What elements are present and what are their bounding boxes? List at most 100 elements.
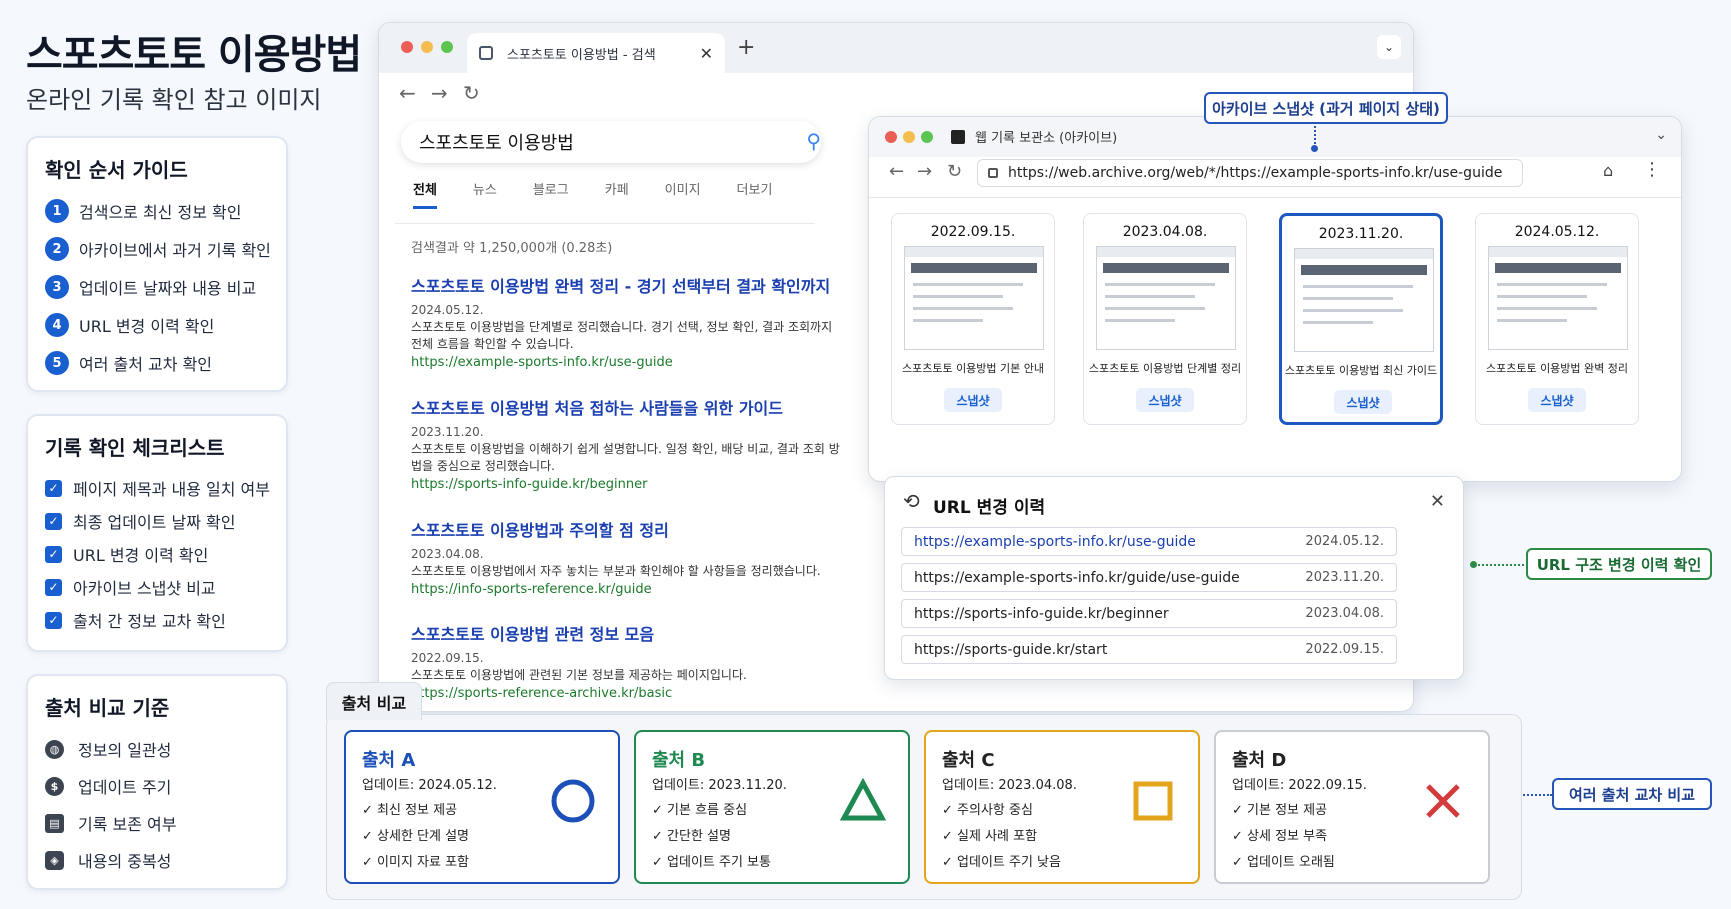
url-history-panel: ⟲ URL 변경 이력 ✕ https://example-sports-inf… [884, 476, 1464, 680]
snapshot-button[interactable]: 스냅샷 [1334, 390, 1392, 414]
tab-bar: 스포츠토토 이용방법 - 검색 ✕ + ⌄ [379, 23, 1413, 73]
chevron-down-icon[interactable]: ⌄ [1655, 127, 1667, 143]
url-history-row: https://sports-info-guide.kr/beginner 202… [901, 599, 1397, 628]
checkbox-checked[interactable]: ✓ [45, 479, 62, 497]
back-icon[interactable]: ← [399, 81, 416, 105]
forward-icon[interactable]: → [917, 161, 932, 182]
forward-icon[interactable]: → [431, 81, 448, 105]
source-card: 출처 A 업데이트: 2024.05.12. 최신 정보 제공상세한 단계 설명… [344, 730, 620, 884]
search-icon[interactable]: ⚲ [806, 129, 821, 153]
square-icon [1133, 781, 1173, 821]
checkbox-checked[interactable]: ✓ [45, 578, 62, 596]
checkbox-checked[interactable]: ✓ [45, 545, 62, 563]
result-desc: 스포츠토토 이용방법에서 자주 놓치는 부분과 확인해야 할 사항들을 정리했습… [411, 564, 821, 578]
guide-step: 4 URL 변경 이력 확인 [45, 312, 214, 338]
archive-url-field[interactable]: https://web.archive.org/web/*/https://ex… [977, 159, 1523, 187]
dollar-icon: $ [45, 776, 64, 796]
divider [869, 197, 1681, 198]
maximize-window-dot[interactable] [921, 131, 933, 143]
checklist-item[interactable]: ✓ URL 변경 이력 확인 [45, 542, 208, 566]
close-icon[interactable]: ✕ [1430, 491, 1445, 512]
maximize-window-dot[interactable] [441, 41, 453, 53]
search-tabs: 전체 뉴스 블로그 카페 이미지 더보기 [413, 179, 808, 209]
checklist-item[interactable]: ✓ 출처 간 정보 교차 확인 [45, 608, 226, 632]
checklist-item[interactable]: ✓ 아카이브 스냅샷 비교 [45, 575, 216, 599]
search-result: 스포츠토토 이용방법 관련 정보 모음 2022.09.15. 스포츠토토 이용… [411, 621, 841, 701]
result-url-link[interactable]: https://sports-info-guide.kr/beginner [411, 477, 841, 492]
checklist-item[interactable]: ✓ 페이지 제목과 내용 일치 여부 [45, 476, 270, 500]
guide-title: 확인 순서 가이드 [45, 158, 188, 182]
result-count: 검색결과 약 1,250,000개 (0.28초) [411, 241, 613, 256]
url-history-title: URL 변경 이력 [933, 498, 1046, 518]
globe-icon: ◍ [45, 739, 64, 759]
triangle-icon [840, 778, 886, 821]
browser-tab[interactable]: 스포츠토토 이용방법 - 검색 ✕ [467, 33, 725, 73]
snapshot-card-selected[interactable]: 2023.11.20. 스포츠토토 이용방법 최신 가이드 스냅샷 [1279, 213, 1443, 425]
reload-icon[interactable]: ↻ [947, 161, 962, 182]
criteria-item: ▤ 기록 보존 여부 [45, 810, 177, 836]
callout-connector [1474, 564, 1524, 566]
more-menu-icon[interactable]: ⋮ [1643, 159, 1661, 180]
minimize-window-dot[interactable] [903, 131, 915, 143]
archive-tab[interactable]: 웹 기록 보관소 (아카이브) [951, 127, 1117, 146]
guide-step: 3 업데이트 날짜와 내용 비교 [45, 274, 256, 300]
guide-step: 5 여러 출처 교차 확인 [45, 350, 212, 376]
search-result: 스포츠토토 이용방법과 주의할 점 정리 2023.04.08. 스포츠토토 이… [411, 517, 841, 597]
result-title-link[interactable]: 스포츠토토 이용방법 처음 접하는 사람들을 위한 가이드 [411, 395, 841, 419]
close-window-dot[interactable] [401, 41, 413, 53]
checkbox-checked[interactable]: ✓ [45, 512, 62, 530]
snapshot-button[interactable]: 스냅샷 [1528, 388, 1586, 412]
tab-blog[interactable]: 블로그 [533, 179, 569, 209]
callout-connector-dot [1470, 561, 1477, 568]
result-date: 2023.04.08. [411, 547, 484, 561]
tab-more[interactable]: 더보기 [737, 179, 773, 209]
snapshot-thumbnail [904, 246, 1044, 350]
search-result: 스포츠토토 이용방법 처음 접하는 사람들을 위한 가이드 2023.11.20… [411, 395, 841, 492]
minimize-window-dot[interactable] [421, 41, 433, 53]
close-tab-icon[interactable]: ✕ [700, 44, 713, 63]
snapshot-thumbnail [1294, 248, 1434, 352]
close-window-dot[interactable] [885, 131, 897, 143]
snapshot-button[interactable]: 스냅샷 [1136, 388, 1194, 412]
checklist-item[interactable]: ✓ 최종 업데이트 날짜 확인 [45, 509, 235, 533]
url-history-row: https://example-sports-info.kr/use-guide… [901, 527, 1397, 556]
reload-icon[interactable]: ↻ [463, 81, 480, 105]
history-icon: ⟲ [903, 489, 920, 513]
page-subtitle: 온라인 기록 확인 참고 이미지 [26, 86, 322, 114]
result-title-link[interactable]: 스포츠토토 이용방법과 주의할 점 정리 [411, 517, 841, 541]
tab-all[interactable]: 전체 [413, 179, 437, 209]
result-url-link[interactable]: https://example-sports-info.kr/use-guide [411, 355, 841, 370]
snapshot-thumbnail [1096, 246, 1236, 350]
source-card: 출처 B 업데이트: 2023.11.20. 기본 흐름 중심간단한 설명업데이… [634, 730, 910, 884]
snapshot-card[interactable]: 2023.04.08. 스포츠토토 이용방법 단계별 정리 스냅샷 [1083, 213, 1247, 425]
tab-cafe[interactable]: 카페 [605, 179, 629, 209]
snapshot-button[interactable]: 스냅샷 [944, 388, 1002, 412]
result-date: 2023.11.20. [411, 425, 484, 439]
back-icon[interactable]: ← [889, 161, 904, 182]
result-desc: 스포츠토토 이용방법에 관련된 기본 정보를 제공하는 페이지입니다. [411, 668, 747, 682]
criteria-item: $ 업데이트 주기 [45, 773, 171, 799]
source-card: 출처 C 업데이트: 2023.04.08. 주의사항 중심실제 사례 포함업데… [924, 730, 1200, 884]
tab-image[interactable]: 이미지 [665, 179, 701, 209]
page-title: 스포츠토토 이용방법 [26, 32, 362, 78]
result-url-link[interactable]: https://sports-reference-archive.kr/basi… [411, 686, 841, 701]
result-title-link[interactable]: 스포츠토토 이용방법 관련 정보 모음 [411, 621, 841, 645]
archive-callout: 아카이브 스냅샷 (과거 페이지 상태) [1204, 92, 1448, 124]
checkbox-checked[interactable]: ✓ [45, 611, 62, 629]
snapshot-card[interactable]: 2022.09.15. 스포츠토토 이용방법 기본 안내 스냅샷 [891, 213, 1055, 425]
snapshot-card[interactable]: 2024.05.12. 스포츠토토 이용방법 완벽 정리 스냅샷 [1475, 213, 1639, 425]
extension-icon[interactable]: ⌂ [1603, 161, 1613, 180]
guide-step: 2 아카이브에서 과거 기록 확인 [45, 236, 271, 262]
checklist-panel: 기록 확인 체크리스트 ✓ 페이지 제목과 내용 일치 여부 ✓ 최종 업데이트 날… [26, 414, 288, 652]
new-tab-icon[interactable]: + [737, 35, 755, 60]
tab-news[interactable]: 뉴스 [473, 179, 497, 209]
page-icon [479, 46, 493, 60]
divider [395, 223, 815, 224]
source-comparison-tab[interactable]: 출처 비교 [326, 682, 422, 720]
result-title-link[interactable]: 스포츠토토 이용방법 완벽 정리 - 경기 선택부터 결과 확인까지 [411, 273, 841, 297]
search-input[interactable]: 스포츠토토 이용방법 ⚲ [401, 121, 821, 163]
chevron-down-icon[interactable]: ⌄ [1377, 35, 1401, 59]
cube-icon: ◈ [45, 850, 64, 870]
result-url-link[interactable]: https://info-sports-reference.kr/guide [411, 582, 841, 597]
x-mark-icon [1426, 784, 1460, 818]
